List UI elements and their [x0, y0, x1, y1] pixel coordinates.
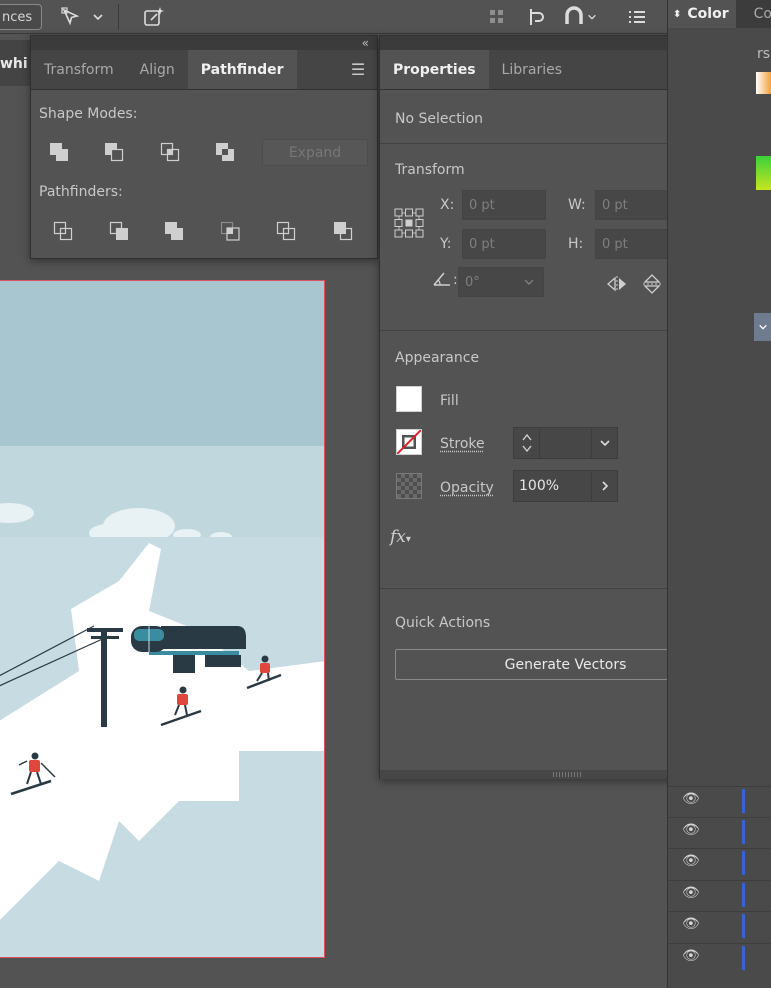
- intersect-icon[interactable]: [158, 140, 182, 164]
- list-icon[interactable]: [624, 5, 650, 29]
- quick-actions-title: Quick Actions: [395, 615, 491, 631]
- layer-selected-row[interactable]: [754, 313, 771, 341]
- opacity-checker-icon[interactable]: [396, 473, 422, 499]
- exclude-icon[interactable]: [213, 140, 237, 164]
- opacity-value[interactable]: 100%: [514, 471, 591, 501]
- fx-label: fx: [390, 527, 406, 547]
- stepper-arrows-icon[interactable]: [514, 428, 540, 458]
- tab-properties[interactable]: Properties: [380, 50, 489, 89]
- layer-color-bar: [742, 914, 745, 938]
- eye-icon[interactable]: 👁: [682, 822, 700, 838]
- layer-color-bar: [742, 851, 745, 875]
- transform-title: Transform: [395, 162, 465, 178]
- eye-icon[interactable]: 👁: [682, 853, 700, 869]
- dock-tabs: ⬍ Color Co: [668, 0, 771, 28]
- stroke-swatch[interactable]: [396, 429, 422, 455]
- divide-icon[interactable]: [51, 219, 75, 243]
- color-spectrum[interactable]: [756, 156, 771, 190]
- tab-libraries[interactable]: Libraries: [489, 50, 575, 89]
- w-label: W:: [568, 197, 586, 213]
- chevron-down-icon[interactable]: [90, 6, 106, 28]
- outline-icon[interactable]: [274, 219, 298, 243]
- flip-horizontal-icon[interactable]: [606, 275, 628, 293]
- no-selection-label: No Selection: [395, 111, 484, 127]
- preferences-tab[interactable]: nces: [0, 4, 42, 30]
- document-tab-label: whi: [0, 56, 28, 72]
- unite-icon[interactable]: [47, 140, 71, 164]
- layer-color-bar: [742, 820, 745, 844]
- rotate-angle-icon: [432, 271, 452, 289]
- shape-modes-label: Shape Modes:: [39, 106, 138, 122]
- color-tab-label: Color: [687, 6, 729, 22]
- eye-icon[interactable]: 👁: [682, 791, 700, 807]
- eye-icon[interactable]: 👁: [682, 916, 700, 932]
- ski-illustration: [0, 281, 324, 957]
- snap-icon[interactable]: [524, 5, 552, 29]
- grid-icon[interactable]: [484, 5, 510, 29]
- opacity-control[interactable]: 100%: [513, 470, 618, 502]
- stroke-weight-control[interactable]: [513, 427, 618, 459]
- pathfinders-label: Pathfinders:: [39, 184, 123, 200]
- pathfinder-panel: « Transform Align Pathfinder ☰ Shape Mod…: [30, 35, 378, 259]
- pathfinder-tabs: Transform Align Pathfinder ☰: [31, 50, 377, 90]
- y-field[interactable]: 0 pt: [462, 229, 546, 259]
- panel-grip[interactable]: «: [31, 36, 377, 50]
- toolbar-divider: [118, 4, 119, 30]
- x-field[interactable]: 0 pt: [462, 190, 546, 220]
- sort-icon: ⬍: [673, 8, 682, 20]
- layer-row[interactable]: 👁: [668, 943, 771, 971]
- angle-colon: :: [453, 272, 458, 288]
- collapse-icon[interactable]: «: [362, 36, 369, 50]
- tab-align[interactable]: Align: [127, 50, 188, 89]
- layer-row[interactable]: 👁: [668, 880, 771, 908]
- layer-row[interactable]: 👁: [668, 817, 771, 845]
- eye-icon[interactable]: 👁: [682, 885, 700, 901]
- color-ramp[interactable]: [756, 72, 771, 94]
- layer-color-bar: [742, 789, 745, 813]
- ai-transform-icon[interactable]: [140, 3, 168, 31]
- tab-transform[interactable]: Transform: [31, 50, 127, 89]
- fill-swatch[interactable]: [396, 386, 422, 412]
- rotate-angle-field[interactable]: 0°: [458, 267, 544, 297]
- tab-color[interactable]: ⬍ Color: [668, 0, 736, 28]
- crop-icon[interactable]: [218, 219, 242, 243]
- partial-label: rs: [757, 46, 771, 62]
- layer-row[interactable]: 👁: [668, 786, 771, 814]
- appearance-title: Appearance: [395, 350, 480, 366]
- chevron-down-icon: [524, 279, 534, 285]
- expand-button[interactable]: Expand: [262, 139, 368, 166]
- merge-icon[interactable]: [162, 219, 186, 243]
- tab-pathfinder[interactable]: Pathfinder: [187, 50, 297, 89]
- right-dock: ⬍ Color Co rs 👁 👁 👁 👁 👁 👁: [667, 0, 771, 988]
- angle-value: 0°: [465, 274, 480, 290]
- top-toolbar: nces: [0, 0, 771, 34]
- panel-menu-icon[interactable]: ☰: [339, 50, 377, 89]
- eye-icon[interactable]: 👁: [682, 948, 700, 964]
- layer-color-bar: [742, 883, 745, 907]
- chevron-down-icon[interactable]: [591, 428, 617, 458]
- layer-row[interactable]: 👁: [668, 848, 771, 876]
- fx-icon[interactable]: fx▾: [390, 527, 411, 547]
- h-label: H:: [568, 236, 584, 252]
- artboard[interactable]: [0, 280, 325, 958]
- minus-front-icon[interactable]: [102, 140, 126, 164]
- layer-row[interactable]: 👁: [668, 911, 771, 939]
- opacity-label[interactable]: Opacity: [440, 480, 494, 496]
- chevron-right-icon[interactable]: [591, 471, 617, 501]
- flip-vertical-icon[interactable]: [642, 273, 662, 295]
- document-tab[interactable]: whi: [0, 40, 32, 86]
- tab-partial[interactable]: Co: [736, 0, 771, 28]
- trim-icon[interactable]: [107, 219, 131, 243]
- magnet-icon[interactable]: [562, 4, 586, 30]
- chevron-down-icon[interactable]: [585, 8, 599, 26]
- minus-back-icon[interactable]: [331, 219, 355, 243]
- reference-point-icon[interactable]: [394, 208, 424, 238]
- selection-arrow-icon[interactable]: [58, 4, 84, 30]
- stroke-label[interactable]: Stroke: [440, 436, 485, 452]
- x-label: X:: [440, 197, 455, 213]
- layer-color-bar: [742, 946, 745, 970]
- fill-label: Fill: [440, 393, 459, 409]
- preferences-tab-label: nces: [2, 9, 33, 25]
- y-label: Y:: [440, 236, 452, 252]
